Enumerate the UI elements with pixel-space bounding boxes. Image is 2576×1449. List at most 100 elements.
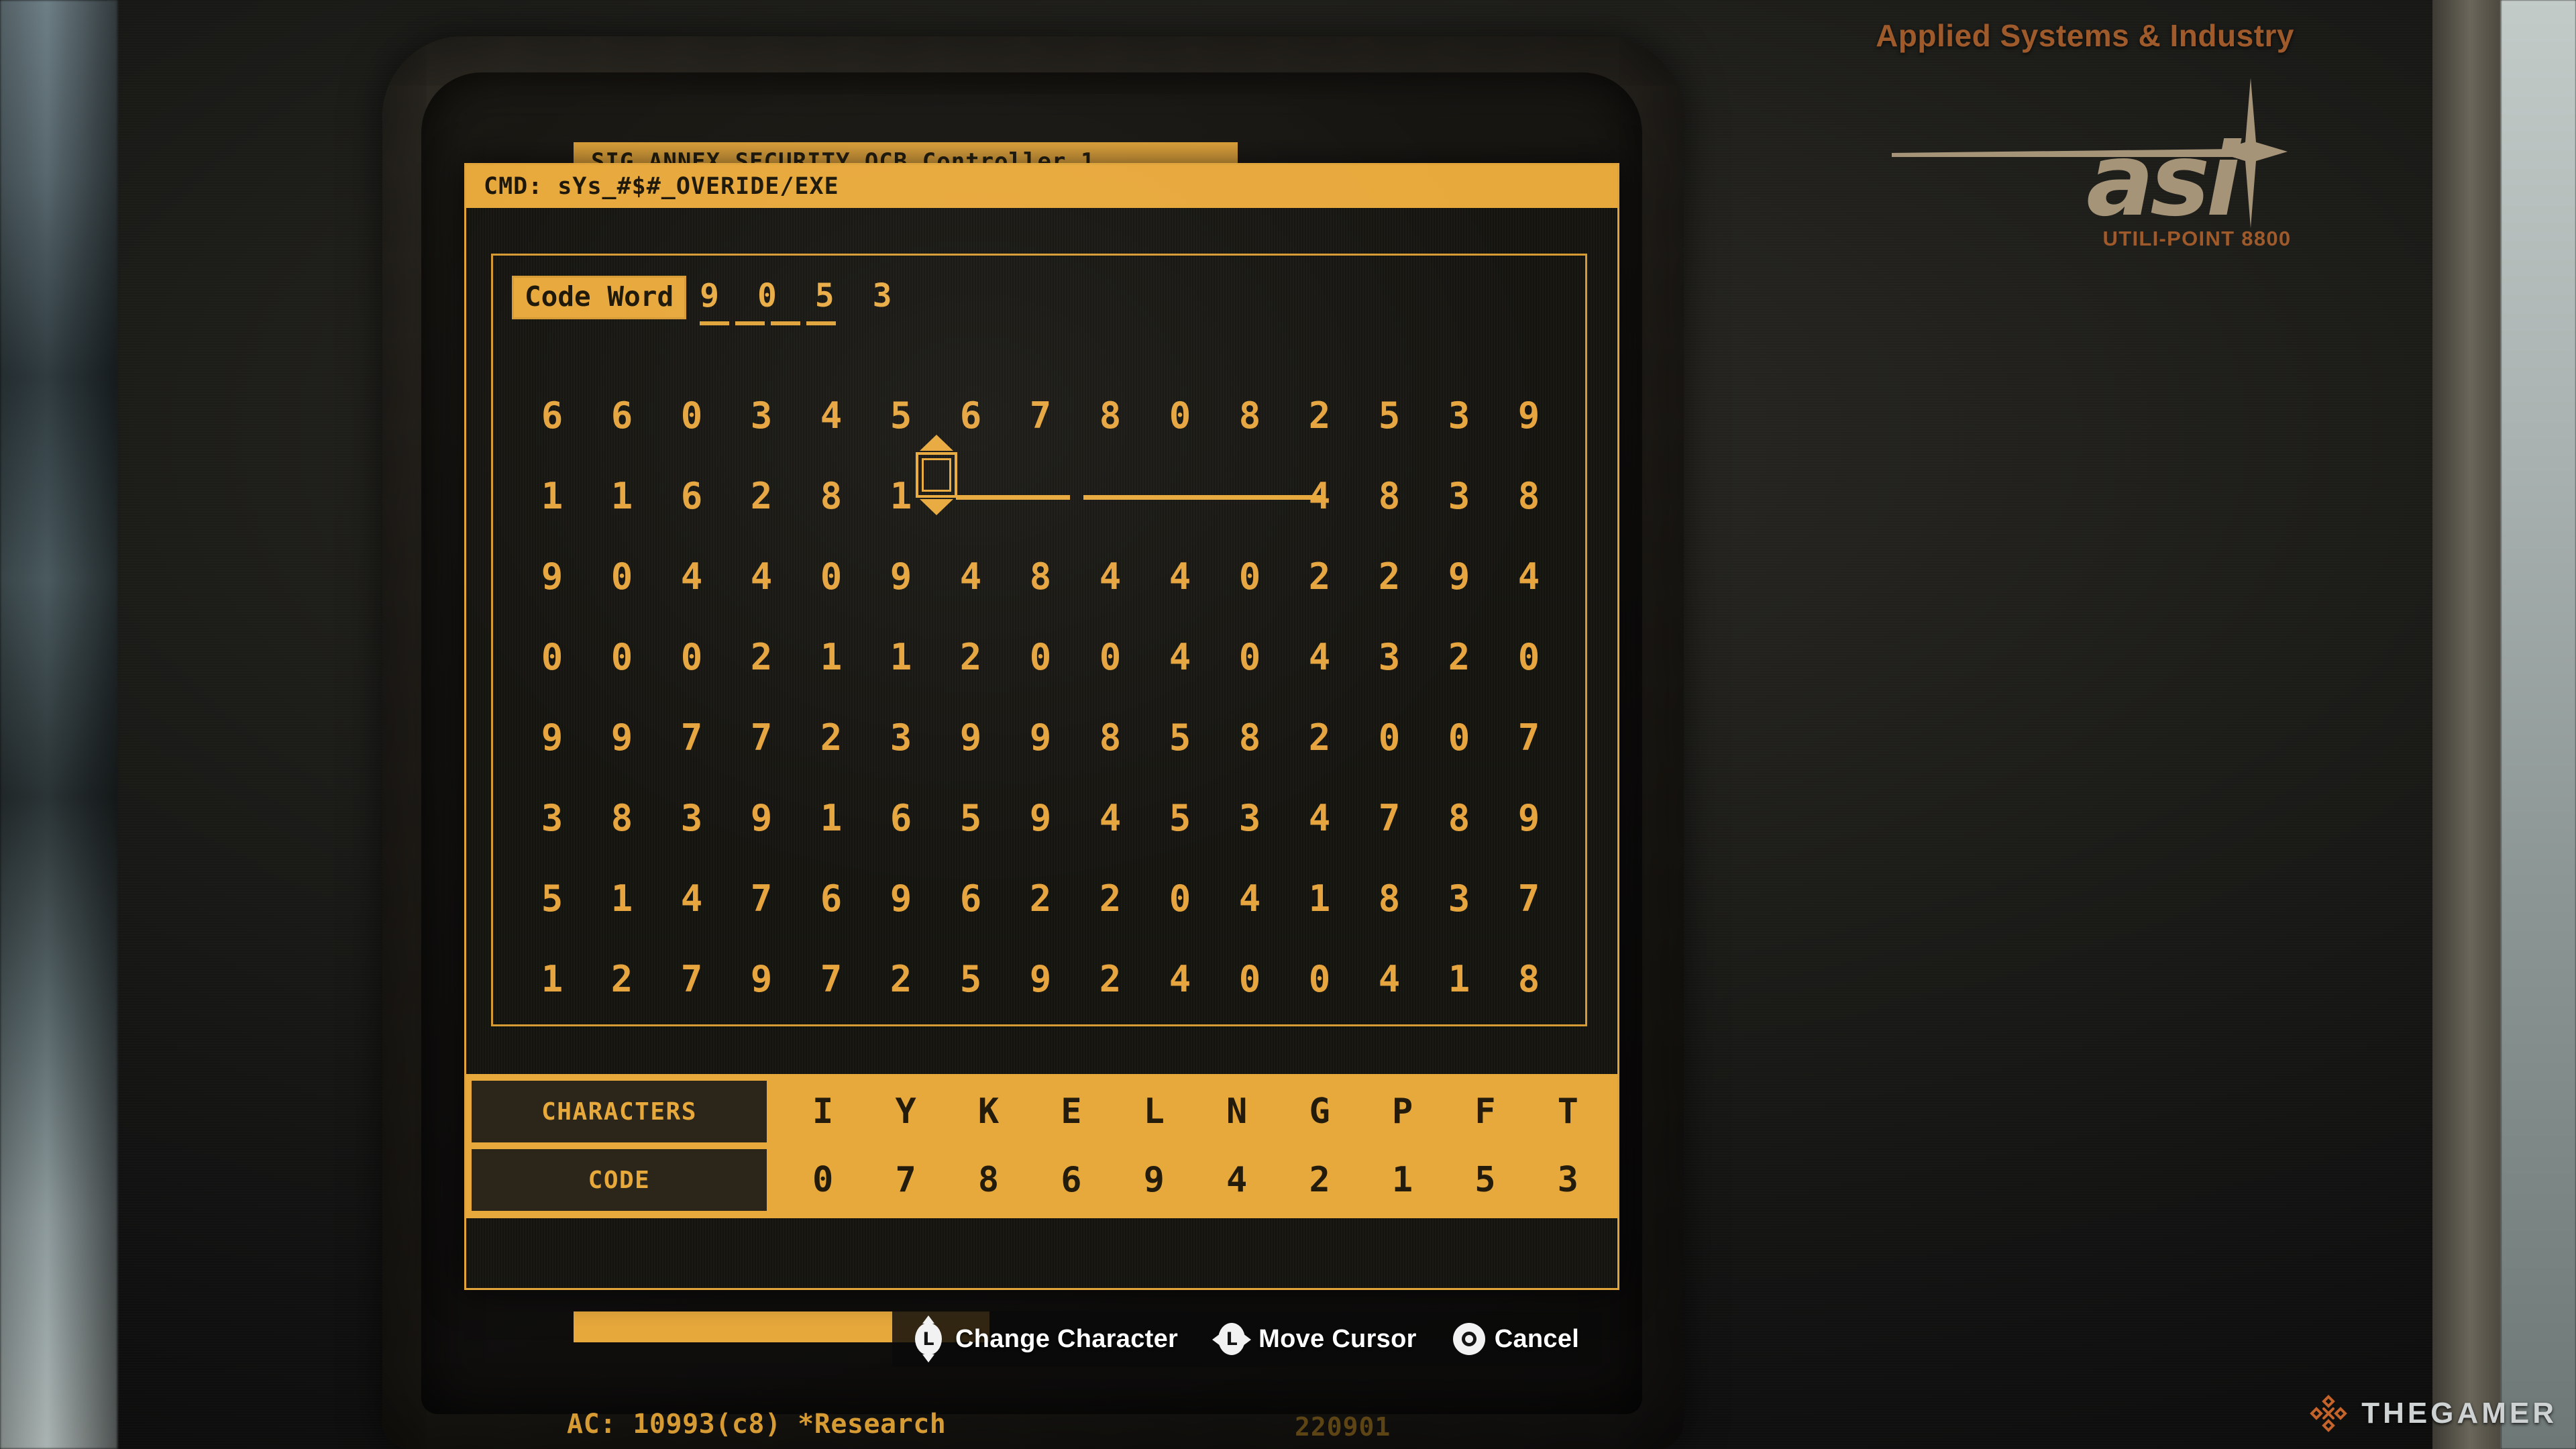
grid-cell[interactable]: 0 bbox=[657, 616, 727, 697]
grid-cell[interactable]: 0 bbox=[1424, 697, 1494, 777]
grid-cell[interactable]: 1 bbox=[517, 938, 587, 1019]
grid-cell[interactable]: 1 bbox=[866, 616, 936, 697]
grid-cell[interactable]: 0 bbox=[1285, 938, 1354, 1019]
grid-cell[interactable]: 1 bbox=[587, 858, 657, 938]
grid-cell[interactable]: 0 bbox=[1145, 858, 1215, 938]
grid-cell[interactable]: 6 bbox=[866, 777, 936, 858]
grid-cell[interactable]: 7 bbox=[1494, 697, 1564, 777]
grid-cell[interactable]: 3 bbox=[1424, 858, 1494, 938]
grid-cell[interactable]: 4 bbox=[796, 375, 866, 455]
grid-cell[interactable]: 9 bbox=[1006, 938, 1075, 1019]
grid-cell[interactable]: 2 bbox=[1285, 536, 1354, 616]
grid-cell[interactable]: 9 bbox=[1494, 777, 1564, 858]
grid-cell[interactable]: 0 bbox=[587, 536, 657, 616]
grid-cell[interactable]: 8 bbox=[1075, 697, 1145, 777]
grid-cell[interactable]: 4 bbox=[1285, 777, 1354, 858]
grid-cell[interactable]: 7 bbox=[657, 697, 727, 777]
grid-cell[interactable]: 1 bbox=[1424, 938, 1494, 1019]
grid-cell[interactable]: 2 bbox=[1006, 858, 1075, 938]
grid-cell[interactable]: 4 bbox=[1145, 938, 1215, 1019]
grid-cell[interactable]: 8 bbox=[587, 777, 657, 858]
grid-cell[interactable]: 4 bbox=[1075, 536, 1145, 616]
grid-cell[interactable]: 1 bbox=[796, 777, 866, 858]
grid-cell[interactable]: 7 bbox=[727, 858, 796, 938]
grid-cell[interactable]: 9 bbox=[587, 697, 657, 777]
grid-cell[interactable]: 2 bbox=[1075, 858, 1145, 938]
grid-cell[interactable]: 9 bbox=[1494, 375, 1564, 455]
grid-cell[interactable]: 0 bbox=[587, 616, 657, 697]
hint-cancel[interactable]: Cancel bbox=[1452, 1323, 1579, 1355]
grid-cell[interactable]: 8 bbox=[1215, 375, 1285, 455]
grid-cell[interactable]: 8 bbox=[1006, 536, 1075, 616]
grid-cell[interactable]: 5 bbox=[1145, 777, 1215, 858]
grid-cell[interactable]: 9 bbox=[1424, 536, 1494, 616]
grid-cell[interactable]: 3 bbox=[866, 697, 936, 777]
grid-cell[interactable]: 0 bbox=[1215, 536, 1285, 616]
grid-cell[interactable]: 0 bbox=[1145, 375, 1215, 455]
grid-cell[interactable]: 0 bbox=[1006, 616, 1075, 697]
grid-cell[interactable]: 4 bbox=[1075, 777, 1145, 858]
grid-cell[interactable]: 7 bbox=[727, 697, 796, 777]
grid-cell[interactable]: 4 bbox=[1494, 536, 1564, 616]
grid-cell[interactable]: 0 bbox=[517, 616, 587, 697]
grid-cell[interactable]: 9 bbox=[727, 777, 796, 858]
grid-cell[interactable]: 4 bbox=[1215, 858, 1285, 938]
number-grid[interactable]: 6603456780825391162814838904409484402294… bbox=[517, 375, 1564, 1019]
grid-cell[interactable]: 4 bbox=[1145, 536, 1215, 616]
grid-cell[interactable]: 5 bbox=[936, 938, 1006, 1019]
grid-cell[interactable]: 3 bbox=[1354, 616, 1424, 697]
grid-cell[interactable]: 4 bbox=[1354, 938, 1424, 1019]
grid-cell[interactable]: 6 bbox=[587, 375, 657, 455]
grid-cell[interactable]: 8 bbox=[1075, 375, 1145, 455]
grid-cell[interactable]: 4 bbox=[657, 536, 727, 616]
grid-cell[interactable]: 8 bbox=[1494, 455, 1564, 536]
grid-cell[interactable]: 1 bbox=[587, 455, 657, 536]
grid-cell[interactable]: 2 bbox=[936, 616, 1006, 697]
grid-cell[interactable]: 1 bbox=[517, 455, 587, 536]
grid-cell[interactable]: 7 bbox=[1006, 375, 1075, 455]
grid-cell[interactable]: 0 bbox=[657, 375, 727, 455]
hint-change-character[interactable]: L Change Character bbox=[911, 1316, 1178, 1362]
grid-cell[interactable]: 8 bbox=[1424, 777, 1494, 858]
grid-cell[interactable]: 8 bbox=[1215, 697, 1285, 777]
grid-cell[interactable]: 9 bbox=[727, 938, 796, 1019]
grid-cell[interactable]: 9 bbox=[936, 697, 1006, 777]
grid-cell[interactable]: 4 bbox=[1285, 616, 1354, 697]
grid-cell[interactable]: 9 bbox=[517, 697, 587, 777]
grid-cell[interactable]: 0 bbox=[1494, 616, 1564, 697]
grid-cell[interactable]: 5 bbox=[936, 777, 1006, 858]
grid-cell[interactable]: 7 bbox=[796, 938, 866, 1019]
grid-cell[interactable]: 3 bbox=[1424, 455, 1494, 536]
grid-cell[interactable]: 9 bbox=[1006, 697, 1075, 777]
grid-cell[interactable]: 8 bbox=[1354, 858, 1424, 938]
grid-cell[interactable]: 2 bbox=[727, 616, 796, 697]
grid-cell[interactable]: 5 bbox=[517, 858, 587, 938]
grid-cell[interactable]: 3 bbox=[727, 375, 796, 455]
grid-cell[interactable]: 5 bbox=[1145, 697, 1215, 777]
grid-cell[interactable]: 2 bbox=[727, 455, 796, 536]
grid-cell[interactable]: 0 bbox=[1354, 697, 1424, 777]
grid-cell[interactable]: 7 bbox=[1494, 858, 1564, 938]
grid-cell[interactable]: 2 bbox=[796, 697, 866, 777]
grid-cell[interactable]: 8 bbox=[1494, 938, 1564, 1019]
cursor-up-arrow-icon[interactable] bbox=[920, 435, 953, 451]
grid-cell[interactable]: 1 bbox=[796, 616, 866, 697]
grid-cell[interactable]: 1 bbox=[1285, 858, 1354, 938]
grid-cell[interactable]: 3 bbox=[657, 777, 727, 858]
grid-cell[interactable]: 2 bbox=[866, 938, 936, 1019]
grid-cell[interactable]: 6 bbox=[657, 455, 727, 536]
cursor-down-arrow-icon[interactable] bbox=[920, 499, 953, 515]
grid-cell[interactable]: 2 bbox=[1075, 938, 1145, 1019]
grid-cell[interactable]: 2 bbox=[1354, 536, 1424, 616]
grid-cell[interactable]: 9 bbox=[866, 536, 936, 616]
grid-cell[interactable]: 0 bbox=[796, 536, 866, 616]
grid-cell[interactable]: 4 bbox=[936, 536, 1006, 616]
cursor-selection-box[interactable] bbox=[916, 452, 957, 498]
grid-cell[interactable]: 6 bbox=[517, 375, 587, 455]
grid-cell[interactable]: 2 bbox=[1285, 375, 1354, 455]
grid-cell[interactable]: 7 bbox=[657, 938, 727, 1019]
grid-cell[interactable]: 6 bbox=[936, 858, 1006, 938]
grid-cursor[interactable] bbox=[916, 435, 959, 525]
grid-cell[interactable]: 8 bbox=[1354, 455, 1424, 536]
grid-cell[interactable]: 9 bbox=[866, 858, 936, 938]
